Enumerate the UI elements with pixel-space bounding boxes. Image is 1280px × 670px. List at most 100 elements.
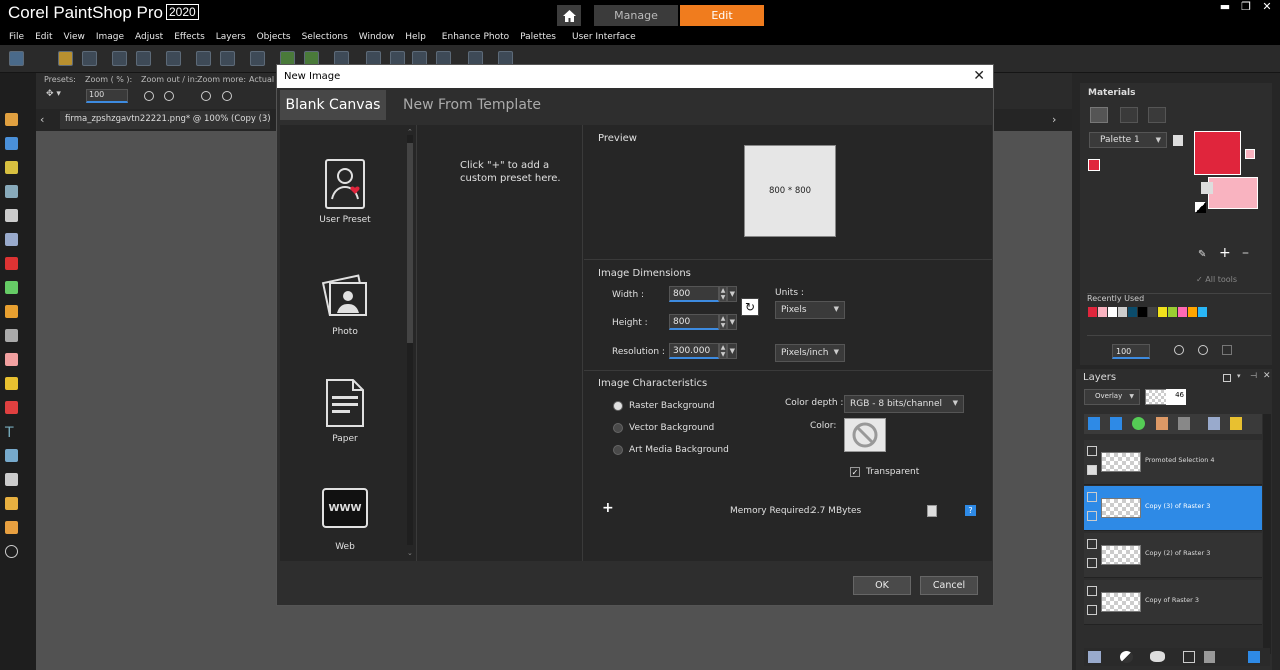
dialog-close-button[interactable]: ✕ [973, 68, 985, 84]
zoom-out-icon[interactable] [144, 91, 154, 101]
resolution-spinner[interactable]: ▲ ▼ [719, 343, 727, 359]
vector-background-radio[interactable] [613, 423, 623, 433]
menu-layers[interactable]: Layers [216, 32, 246, 42]
recent-color-swatch[interactable] [1158, 307, 1167, 317]
lock-layer-icon[interactable] [1230, 417, 1242, 430]
layer-visible-icon[interactable] [1087, 539, 1097, 549]
pen-tool-icon[interactable] [5, 473, 18, 486]
background-swatch[interactable] [1208, 177, 1258, 209]
all-tools-checkbox[interactable]: ✓ All tools [1196, 275, 1237, 284]
maintain-ratio-icon[interactable]: ↻ [741, 298, 759, 316]
layer-properties-icon[interactable] [1248, 651, 1260, 663]
pan-tool-icon[interactable] [5, 113, 18, 126]
link-layer-icon[interactable] [1208, 417, 1220, 430]
resize-icon[interactable] [250, 51, 265, 66]
new-mask-icon[interactable] [1120, 651, 1133, 663]
crop-icon[interactable] [5, 209, 18, 222]
scroll-up-icon[interactable]: ⌃ [407, 128, 413, 136]
frame-view-icon[interactable] [1148, 107, 1166, 123]
tab-new-from-template[interactable]: New From Template [403, 90, 543, 120]
rainbow-view-icon[interactable] [1120, 107, 1138, 123]
menu-selections[interactable]: Selections [302, 32, 348, 42]
recent-color-swatch[interactable] [1108, 307, 1117, 317]
raster-background-radio[interactable] [613, 401, 623, 411]
menu-effects[interactable]: Effects [174, 32, 205, 42]
preset-shape-icon[interactable] [5, 449, 18, 462]
zoom-fit-icon[interactable] [1222, 345, 1232, 355]
swap-colors-icon[interactable] [1201, 182, 1213, 194]
color-depth-dropdown[interactable]: RGB - 8 bits/channel ▼ [844, 395, 964, 413]
foreground-swatch[interactable] [1194, 131, 1241, 175]
reset-colors-icon[interactable] [1195, 202, 1206, 213]
add-tool-icon[interactable] [5, 545, 18, 558]
art-media-background-label[interactable]: Art Media Background [629, 445, 729, 455]
height-menu-button[interactable]: ▼ [727, 314, 737, 330]
undo-icon[interactable] [196, 51, 211, 66]
transparent-label[interactable]: Transparent [866, 467, 919, 477]
preset-photo[interactable]: Photo [300, 271, 390, 337]
scroll-down-icon[interactable]: ⌄ [407, 549, 413, 557]
menu-file[interactable]: File [9, 32, 24, 42]
recent-color-swatch[interactable] [1098, 307, 1107, 317]
zoom-out-icon[interactable] [1174, 345, 1184, 355]
mask-icon[interactable] [1150, 651, 1165, 662]
fg-small-swatch[interactable] [1088, 159, 1100, 171]
ok-button[interactable]: OK [853, 576, 911, 595]
menu-image[interactable]: Image [96, 32, 124, 42]
menu-enhance-photo[interactable]: Enhance Photo [442, 32, 509, 42]
layers-scrollbar[interactable] [1263, 414, 1271, 654]
tab-manage[interactable]: Manage [594, 5, 678, 26]
redo-icon[interactable] [220, 51, 235, 66]
text-tool-icon[interactable]: T [5, 425, 18, 441]
cancel-button[interactable]: Cancel [920, 576, 978, 595]
recent-color-swatch[interactable] [1178, 307, 1187, 317]
add-preset-icon[interactable]: + [602, 500, 614, 516]
layer-row[interactable]: Copy (3) of Raster 3 [1084, 486, 1262, 531]
zoom-in-icon[interactable] [1198, 345, 1208, 355]
clone-icon[interactable] [5, 329, 18, 342]
presets-dropdown[interactable]: ✥ ▾ [46, 89, 72, 103]
layer-visible-icon[interactable] [1087, 586, 1097, 596]
scan-icon[interactable] [82, 51, 97, 66]
units-dropdown[interactable]: Pixels ▼ [775, 301, 845, 319]
recent-color-swatch[interactable] [1128, 307, 1137, 317]
home-tab[interactable] [557, 5, 581, 26]
tab-edit[interactable]: Edit [680, 5, 764, 26]
straighten-icon[interactable] [5, 233, 18, 246]
move-layer-up-icon[interactable] [1088, 417, 1100, 430]
opacity-input[interactable]: 46 [1166, 389, 1186, 405]
resolution-menu-button[interactable]: ▼ [727, 343, 737, 359]
swatches-view-icon[interactable] [1090, 107, 1108, 123]
preset-user[interactable]: User Preset [300, 159, 390, 225]
raster-background-label[interactable]: Raster Background [629, 401, 715, 411]
panel-menu-icon[interactable]: ▾ [1237, 372, 1241, 380]
panel-close-icon[interactable]: ✕ [1263, 371, 1271, 381]
close-window-button[interactable]: ✕ [1257, 0, 1277, 14]
open-folder-icon[interactable] [58, 51, 73, 66]
recent-color-swatch[interactable] [1088, 307, 1097, 317]
recent-color-swatch[interactable] [1148, 307, 1157, 317]
menu-adjust[interactable]: Adjust [135, 32, 163, 42]
recent-color-swatch[interactable] [1118, 307, 1127, 317]
menu-palettes[interactable]: Palettes [520, 32, 556, 42]
palette-dropdown[interactable]: Palette 1 ▼ [1089, 132, 1167, 148]
fg-fill-swatch[interactable] [1245, 149, 1255, 159]
preset-paper[interactable]: Paper [300, 378, 390, 444]
remove-icon[interactable]: – [1242, 245, 1249, 261]
red-eye-icon[interactable] [5, 257, 18, 270]
dropper-icon[interactable] [5, 185, 18, 198]
new-file-icon[interactable] [9, 51, 24, 66]
zoom-input[interactable]: 100 [86, 89, 128, 103]
panel-pin-icon[interactable]: ⊣ [1250, 371, 1257, 380]
save-icon[interactable] [112, 51, 127, 66]
recent-color-swatch[interactable] [1198, 307, 1207, 317]
color-changer-icon[interactable] [5, 401, 18, 414]
width-spinner[interactable]: ▲ ▼ [719, 286, 727, 302]
width-input[interactable]: 800 [669, 286, 719, 302]
menu-edit[interactable]: Edit [35, 32, 52, 42]
document-tab[interactable]: firma_zpshzgavtn22221.png* @ 100% (Copy … [60, 111, 270, 129]
layer-row[interactable]: Promoted Selection 4 [1084, 440, 1262, 485]
width-menu-button[interactable]: ▼ [727, 286, 737, 302]
makeover-icon[interactable] [5, 281, 18, 294]
background-color-swatch[interactable] [844, 418, 886, 452]
